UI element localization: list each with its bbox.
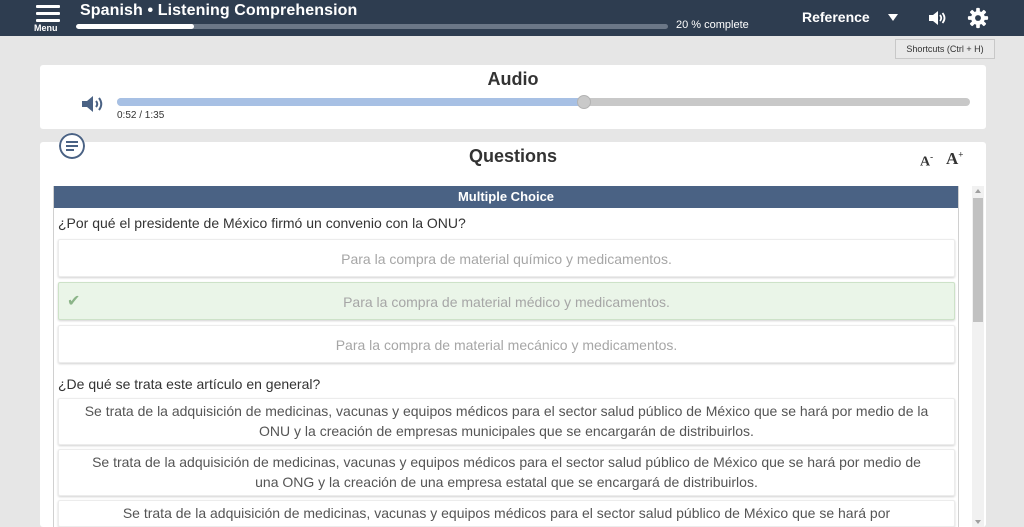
answer-option[interactable]: Se trata de la adquisición de medicinas,… [58,449,955,496]
menu-label: Menu [34,23,58,33]
audio-seek-bar[interactable] [117,95,970,109]
answer-option-text: Para la compra de material mecánico y me… [335,337,678,353]
font-decrease-button[interactable]: A- [920,152,933,171]
top-bar: Menu Spanish • Listening Comprehension 2… [0,0,1024,36]
shortcuts-button[interactable]: Shortcuts (Ctrl + H) [895,39,995,59]
answer-option-text: Se trata de la adquisición de medicinas,… [84,403,929,439]
page-title: Spanish • Listening Comprehension [80,2,358,19]
answer-option[interactable]: Para la compra de material mecánico y me… [58,325,955,363]
font-decrease-label: A [920,154,931,170]
scroll-down-arrow-icon[interactable] [975,520,981,524]
scroll-up-arrow-icon[interactable] [975,189,981,193]
answer-option[interactable]: Para la compra de material químico y med… [58,239,955,277]
question-prompt: ¿De qué se trata este artículo en genera… [58,376,321,392]
caret-down-icon[interactable] [888,14,898,21]
volume-icon[interactable] [927,8,947,28]
scrollbar-thumb[interactable] [973,198,983,322]
answer-option-text: Para la compra de material médico y medi… [343,294,670,310]
audio-title: Audio [487,69,539,89]
gear-icon[interactable] [967,7,989,29]
question-prompt: ¿Por qué el presidente de México firmó u… [58,215,466,231]
answer-option[interactable]: Se trata de la adquisición de medicinas,… [58,500,955,527]
audio-time: 0:52 / 1:35 [117,110,165,121]
answer-option-text: Se trata de la adquisición de medicinas,… [122,505,891,521]
menu-button[interactable]: Menu [30,2,68,34]
questions-scroll-area[interactable]: Multiple Choice ¿Por qué el presidente d… [53,186,959,527]
questions-panel: Questions A- A+ Multiple Choice ¿Por qué… [40,133,986,527]
answer-option-text: Para la compra de material químico y med… [341,251,672,267]
checkmark-icon: ✔ [67,293,81,310]
audio-seek-handle[interactable] [576,95,591,109]
answer-option-correct[interactable]: ✔ Para la compra de material médico y me… [58,282,955,320]
scrollbar[interactable] [972,186,984,527]
audio-played-fill [117,98,584,106]
progress-fill [76,24,195,29]
progress-text: 20 % complete [676,19,749,31]
reference-dropdown[interactable]: Reference [802,9,870,25]
section-header: Multiple Choice [54,186,958,208]
font-increase-label: A [946,149,959,168]
answer-option-text: Se trata de la adquisición de medicinas,… [92,454,921,490]
speaker-icon[interactable] [80,92,106,116]
list-icon [59,133,85,159]
progress-bar [76,24,668,29]
questions-title: Questions [468,146,557,166]
answer-option[interactable]: Se trata de la adquisición de medicinas,… [58,398,955,445]
audio-panel: Audio 0:52 / 1:35 [40,65,986,129]
font-increase-button[interactable]: A+ [946,149,963,169]
